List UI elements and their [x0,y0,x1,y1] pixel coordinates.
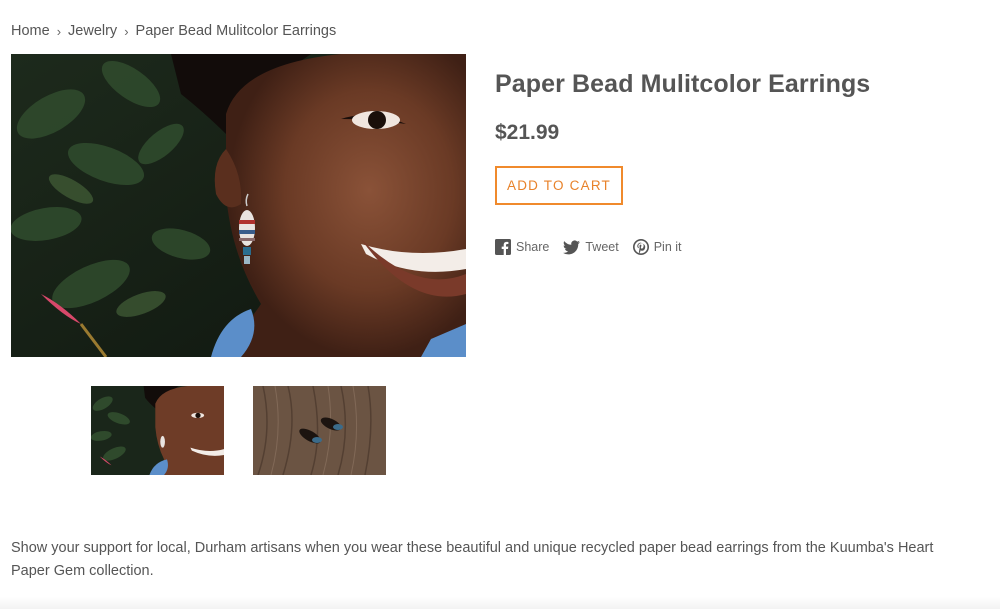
tweet-label: Tweet [585,240,619,254]
breadcrumb-separator: › [56,23,62,39]
add-to-cart-button[interactable]: ADD TO CART [495,166,623,205]
breadcrumb-current: Paper Bead Mulitcolor Earrings [135,23,337,39]
share-pinterest-link[interactable]: Pin it [632,239,682,255]
page-bottom-shadow [0,597,1000,609]
product-title: Paper Bead Mulitcolor Earrings [495,70,871,98]
breadcrumb-jewelry-link[interactable]: Jewelry [68,23,117,39]
social-share-bar: Share Tweet Pin it [495,239,696,255]
product-thumbnail-1[interactable] [91,386,224,475]
pinterest-icon [632,239,649,255]
product-main-image[interactable] [11,54,466,357]
breadcrumb: Home › Jewelry › Paper Bead Mulitcolor E… [11,23,336,39]
share-label: Share [516,240,550,254]
twitter-icon [563,239,581,254]
breadcrumb-separator: › [124,23,129,39]
product-price: $21.99 [495,121,560,144]
facebook-icon [495,239,511,255]
breadcrumb-home-link[interactable]: Home [11,23,50,39]
share-twitter-link[interactable]: Tweet [563,239,619,255]
product-thumbnail-2[interactable] [253,386,386,475]
share-facebook-link[interactable]: Share [495,239,549,255]
product-description: Show your support for local, Durham arti… [11,540,934,579]
pin-label: Pin it [653,240,682,254]
